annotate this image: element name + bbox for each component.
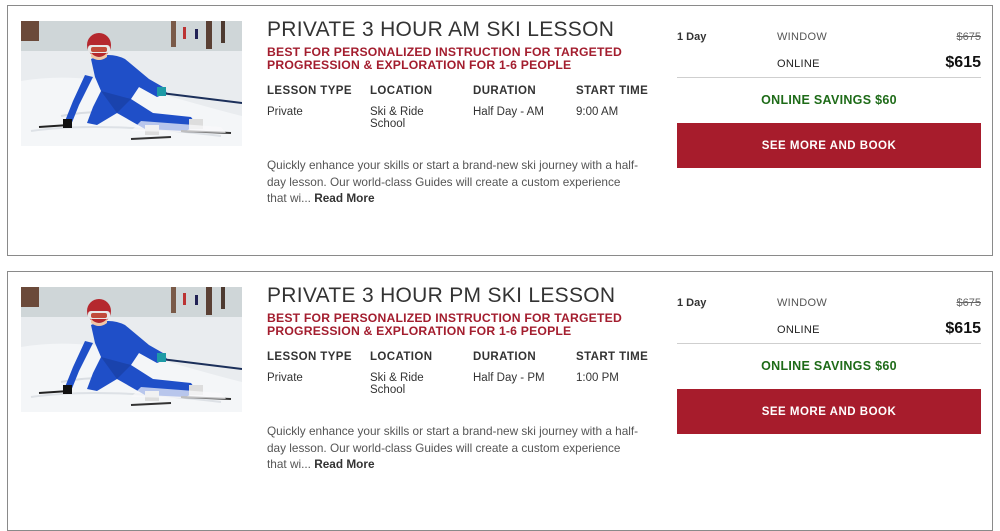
spec-label: DURATION [473, 85, 537, 97]
spec-label: LOCATION [370, 351, 433, 363]
lesson-title[interactable]: PRIVATE 3 HOUR AM SKI LESSON [267, 18, 614, 42]
lesson-subtitle: BEST FOR PERSONALIZED INSTRUCTION FOR TA… [267, 311, 622, 338]
skier-image [21, 287, 242, 412]
spec-start-time: START TIME 9:00 AM [576, 85, 676, 118]
read-more-link[interactable]: Read More [314, 457, 374, 471]
days-label: 1 Day [677, 31, 707, 43]
spec-lesson-type: LESSON TYPE Private [267, 351, 367, 384]
lesson-card: PRIVATE 3 HOUR AM SKI LESSON BEST FOR PE… [7, 5, 993, 256]
days-label: 1 Day [677, 297, 707, 309]
lesson-card: PRIVATE 3 HOUR PM SKI LESSON BEST FOR PE… [7, 271, 993, 531]
spec-label: START TIME [576, 85, 649, 97]
spec-label: LESSON TYPE [267, 85, 352, 97]
spec-duration: DURATION Half Day - AM [473, 85, 573, 118]
online-price: $615 [945, 320, 981, 337]
spec-label: LESSON TYPE [267, 351, 352, 363]
window-price: $675 [956, 297, 981, 309]
window-label: WINDOW [777, 31, 828, 43]
spec-start-time: START TIME 1:00 PM [576, 351, 676, 384]
online-label: ONLINE [777, 58, 820, 70]
spec-value: Private [267, 372, 303, 384]
skier-photo[interactable] [21, 287, 242, 412]
spec-location: LOCATION Ski & Ride School [370, 351, 445, 396]
spec-value: 9:00 AM [576, 106, 619, 118]
online-label: ONLINE [777, 324, 820, 336]
online-price: $615 [945, 54, 981, 71]
spec-duration: DURATION Half Day - PM [473, 351, 573, 384]
lesson-subtitle: BEST FOR PERSONALIZED INSTRUCTION FOR TA… [267, 45, 622, 72]
see-more-and-book-button[interactable]: SEE MORE AND BOOK [677, 123, 981, 168]
lesson-description: Quickly enhance your skills or start a b… [267, 157, 642, 207]
spec-label: LOCATION [370, 85, 433, 97]
spec-label: DURATION [473, 351, 537, 363]
read-more-link[interactable]: Read More [314, 191, 374, 205]
spec-value: Ski & Ride School [370, 372, 424, 396]
online-savings: ONLINE SAVINGS $60 [761, 359, 897, 373]
see-more-and-book-button[interactable]: SEE MORE AND BOOK [677, 389, 981, 434]
spec-value: 1:00 PM [576, 372, 619, 384]
spec-location: LOCATION Ski & Ride School [370, 85, 445, 130]
spec-value: Private [267, 106, 303, 118]
pricing-panel: 1 Day WINDOW $675 ONLINE $615 ONLINE SAV… [677, 272, 981, 452]
lesson-title[interactable]: PRIVATE 3 HOUR PM SKI LESSON [267, 284, 615, 308]
price-divider [677, 343, 981, 344]
pricing-panel: 1 Day WINDOW $675 ONLINE $615 ONLINE SAV… [677, 6, 981, 186]
spec-value: Half Day - AM [473, 106, 544, 118]
spec-value: Ski & Ride School [370, 106, 424, 130]
spec-label: START TIME [576, 351, 649, 363]
price-divider [677, 77, 981, 78]
window-price: $675 [956, 31, 981, 43]
spec-value: Half Day - PM [473, 372, 545, 384]
skier-image [21, 21, 242, 146]
lesson-description: Quickly enhance your skills or start a b… [267, 423, 642, 473]
spec-lesson-type: LESSON TYPE Private [267, 85, 367, 118]
window-label: WINDOW [777, 297, 828, 309]
online-savings: ONLINE SAVINGS $60 [761, 93, 897, 107]
skier-photo[interactable] [21, 21, 242, 146]
